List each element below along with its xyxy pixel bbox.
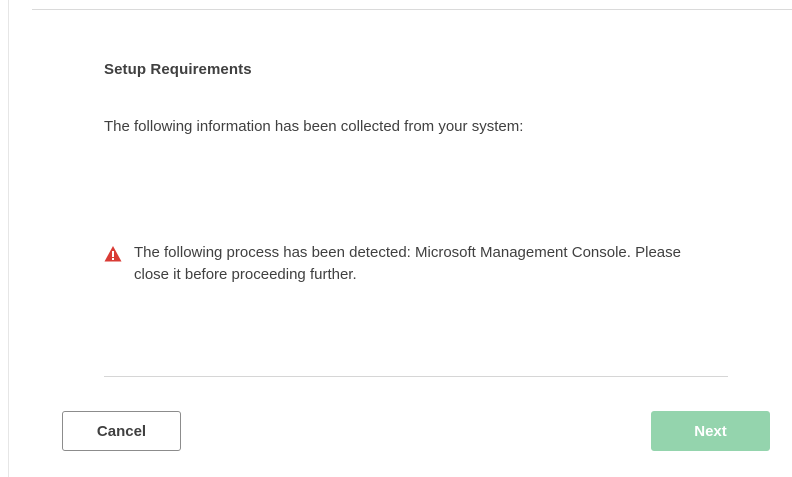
next-button[interactable]: Next [651, 411, 770, 451]
footer-divider [104, 376, 728, 377]
top-divider [32, 9, 792, 10]
warning-message: The following process has been detected:… [104, 244, 704, 286]
cancel-button[interactable]: Cancel [62, 411, 181, 451]
collected-info-text: The following information has been colle… [104, 118, 524, 135]
setup-requirements-dialog: Setup Requirements The following informa… [0, 0, 792, 477]
left-border [8, 0, 9, 477]
warning-text: The following process has been detected:… [134, 244, 681, 283]
page-title: Setup Requirements [104, 61, 252, 78]
warning-triangle-icon [104, 246, 122, 262]
